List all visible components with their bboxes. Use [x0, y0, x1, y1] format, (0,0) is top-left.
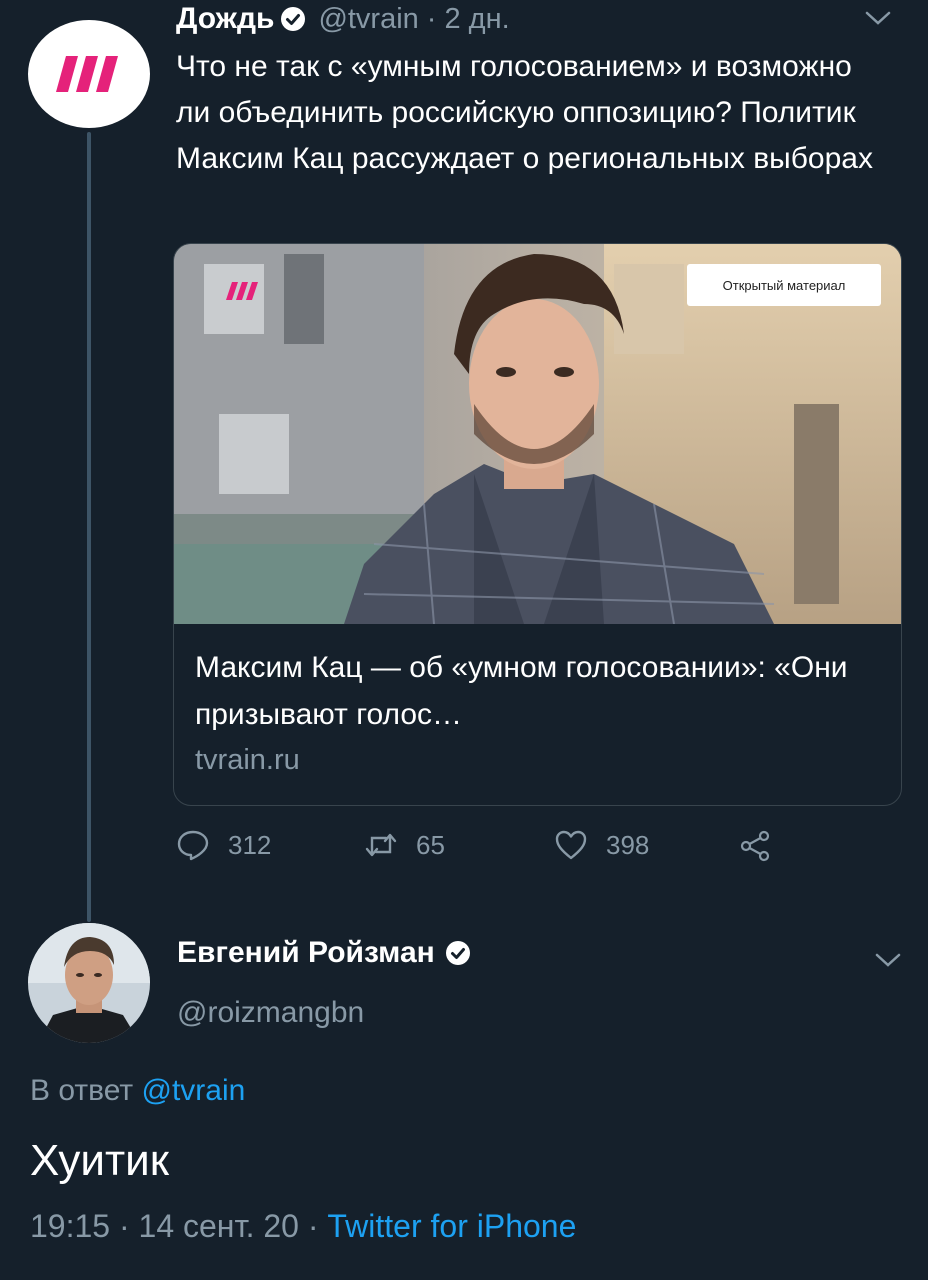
chevron-down-icon	[865, 11, 891, 25]
tweet-text: Что не так с «умным голосованием» и возм…	[176, 50, 873, 175]
share-icon	[740, 830, 770, 862]
meta-separator: ·	[118, 1208, 130, 1244]
chevron-down-icon	[875, 953, 901, 967]
like-count: 398	[606, 829, 650, 860]
meta-separator: ·	[426, 2, 437, 35]
author-name[interactable]: Дождь	[176, 2, 274, 36]
tweet-date[interactable]: 14 сент. 20	[139, 1208, 299, 1244]
link-card[interactable]: Открытый материал Максим Кац — об «умном…	[173, 243, 902, 806]
tweet-time[interactable]: 19:15	[30, 1208, 110, 1244]
retweet-button[interactable]: 65	[364, 828, 445, 862]
reply-icon	[177, 830, 209, 861]
tweet-time[interactable]: 2 дн.	[444, 3, 509, 36]
author-name[interactable]: Евгений Ройзман	[177, 936, 435, 970]
avatar-tvrain[interactable]	[28, 20, 150, 128]
tweet-source-link[interactable]: Twitter for iPhone	[327, 1208, 576, 1244]
tvrain-logo-icon	[56, 56, 118, 92]
author2-name-row: Евгений Ройзман	[177, 936, 483, 970]
author-handle[interactable]: @tvrain	[318, 3, 418, 36]
reply-mention-link[interactable]: @tvrain	[141, 1074, 245, 1107]
retweet-icon	[365, 833, 397, 857]
share-button[interactable]	[738, 828, 790, 862]
tweet-timestamp-row: 19:15 · 14 сент. 20 · Twitter for iPhone	[30, 1208, 576, 1245]
tweet-actions: 312 65 398	[176, 828, 796, 874]
verified-icon	[280, 6, 306, 32]
reply-button[interactable]: 312	[176, 828, 271, 862]
profile-photo-icon	[28, 923, 150, 1043]
reply-count: 312	[228, 829, 272, 860]
verified-icon	[445, 940, 471, 966]
card-domain: tvrain.ru	[195, 744, 300, 776]
card-image: Открытый материал	[174, 244, 901, 624]
retweet-count: 65	[416, 829, 445, 860]
avatar-roizman[interactable]	[28, 923, 150, 1043]
more-options-button[interactable]	[863, 8, 893, 33]
heart-icon	[555, 830, 587, 860]
meta-separator: ·	[307, 1208, 319, 1244]
thread-line	[87, 132, 91, 922]
author-handle[interactable]: @roizmangbn	[177, 996, 364, 1030]
open-material-badge: Открытый материал	[687, 264, 881, 306]
replying-to: В ответ @tvrain	[30, 1074, 245, 1108]
like-button[interactable]: 398	[554, 828, 649, 862]
tweet1-header: Дождь @tvrain · 2 дн.	[176, 0, 510, 38]
more-options-button[interactable]	[873, 950, 903, 975]
replying-prefix: В ответ	[30, 1074, 134, 1107]
card-title: Максим Кац — об «умном голосовании»: «Он…	[195, 651, 848, 731]
tweet-text: Хуитик	[30, 1136, 169, 1185]
